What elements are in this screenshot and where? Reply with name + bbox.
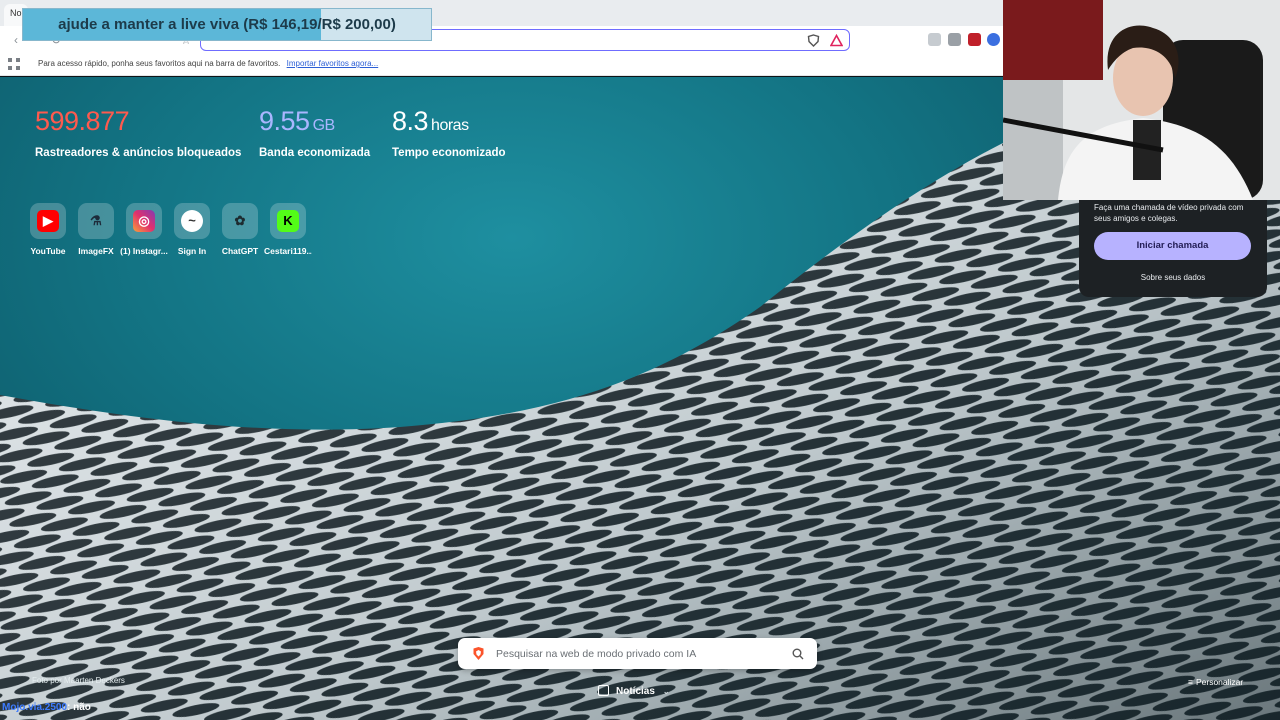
stat-bandwidth-saved: 9.55 GB Banda economizada	[259, 104, 370, 159]
shortcut-label: YouTube	[30, 246, 66, 256]
search-icon[interactable]	[792, 648, 804, 660]
donation-goal-text: ajude a manter a live viva (R$ 146,19/R$…	[58, 16, 396, 33]
chatgpt-icon: ✿	[234, 213, 246, 228]
shortcut-label: (1) Instagr...	[120, 246, 168, 256]
start-call-button[interactable]: Iniciar chamada	[1094, 232, 1251, 260]
bookmarks-bar: Para acesso rápido, ponha seus favoritos…	[0, 54, 1003, 76]
streamer-webcam	[1003, 0, 1280, 200]
stat-value: 8.3 horas	[392, 104, 506, 143]
shortcut-tile: K	[270, 203, 306, 239]
apps-grid-icon[interactable]	[8, 58, 20, 70]
bookmarks-hint: Para acesso rápido, ponha seus favoritos…	[38, 59, 378, 68]
brave-shields-icon[interactable]	[807, 34, 820, 47]
chat-message: Mojo.via.2500: não	[2, 702, 91, 713]
flask-icon: ⚗	[90, 213, 102, 228]
webcam-feed-image	[1003, 0, 1280, 200]
about-data-link[interactable]: Sobre seus dados	[1079, 273, 1267, 282]
signin-icon: ~	[181, 210, 203, 232]
stat-label: Rastreadores & anúncios bloqueados	[35, 147, 242, 159]
shortcut-kick[interactable]: K Cestari119...	[264, 203, 312, 256]
shortcut-imagefx[interactable]: ⚗ ImageFX	[72, 203, 120, 256]
brave-rewards-icon[interactable]	[830, 34, 843, 47]
stat-label: Tempo economizado	[392, 147, 506, 159]
video-call-panel: Faça uma chamada de vídeo privada com se…	[1079, 200, 1267, 297]
shortcut-tile: ▶	[30, 203, 66, 239]
news-button[interactable]: Notícias ⌄	[598, 683, 670, 701]
shortcut-sign-in[interactable]: ~ Sign In	[168, 203, 216, 256]
shortcut-instagram[interactable]: ◎ (1) Instagr...	[120, 203, 168, 256]
screen: No ‹ ↻ ☆ Para acesso rápido, ponha seus …	[0, 0, 1280, 720]
shortcut-tile: ~	[174, 203, 210, 239]
import-bookmarks-link[interactable]: Importar favoritos agora...	[287, 59, 379, 68]
shortcut-tile: ⚗	[78, 203, 114, 239]
kick-icon: K	[277, 210, 299, 232]
shortcut-label: ChatGPT	[221, 246, 259, 256]
stat-number: 9.55	[259, 106, 310, 136]
bookmarks-hint-text: Para acesso rápido, ponha seus favoritos…	[38, 59, 281, 68]
customize-label: Personalizar	[1195, 677, 1244, 687]
stat-unit: GB	[312, 117, 336, 134]
shortcut-chatgpt[interactable]: ✿ ChatGPT	[216, 203, 264, 256]
search-input[interactable]	[496, 644, 781, 663]
shortcut-tile: ✿	[222, 203, 258, 239]
call-description: Faça uma chamada de vídeo privada com se…	[1094, 203, 1244, 223]
shortcut-youtube[interactable]: ▶ YouTube	[24, 203, 72, 256]
stat-value: 599.877	[35, 104, 241, 143]
news-icon	[598, 685, 609, 696]
stat-value: 9.55 GB	[259, 104, 370, 143]
stat-label: Banda economizada	[259, 147, 371, 159]
ublock-icon[interactable]	[968, 33, 981, 46]
photo-credit[interactable]: Foto por Maarten Deckers	[32, 676, 125, 685]
chevron-down-icon: ⌄	[662, 687, 670, 696]
stat-number: 599.877	[35, 106, 130, 136]
chat-text: : não	[67, 702, 91, 713]
brave-lion-icon	[473, 647, 484, 660]
instagram-icon: ◎	[133, 210, 155, 232]
tab-label: No	[10, 8, 22, 18]
youtube-icon: ▶	[37, 210, 59, 232]
extensions-puzzle-icon[interactable]	[948, 33, 961, 46]
stat-trackers-blocked: 599.877 Rastreadores & anúncios bloquead…	[35, 104, 241, 159]
shortcut-label: Cestari119...	[264, 246, 312, 256]
shortcut-label: ImageFX	[78, 246, 114, 256]
stat-time-saved: 8.3 horas Tempo economizado	[392, 104, 506, 159]
customize-button[interactable]: ≡ Personalizar	[1188, 676, 1243, 688]
shortcut-tile: ◎	[126, 203, 162, 239]
profile-icon[interactable]	[987, 33, 1000, 46]
extension-shield-icon[interactable]	[928, 33, 941, 46]
customize-icon: ≡	[1188, 677, 1193, 687]
donation-progress-bar: ajude a manter a live viva (R$ 146,19/R$…	[22, 8, 432, 41]
search-box[interactable]	[458, 638, 817, 669]
stat-unit: horas	[431, 117, 469, 134]
shortcut-label: Sign In	[177, 246, 207, 256]
chat-username: Mojo.via.2500	[2, 702, 68, 713]
news-label: Notícias	[616, 686, 655, 697]
stat-number: 8.3	[392, 106, 429, 136]
